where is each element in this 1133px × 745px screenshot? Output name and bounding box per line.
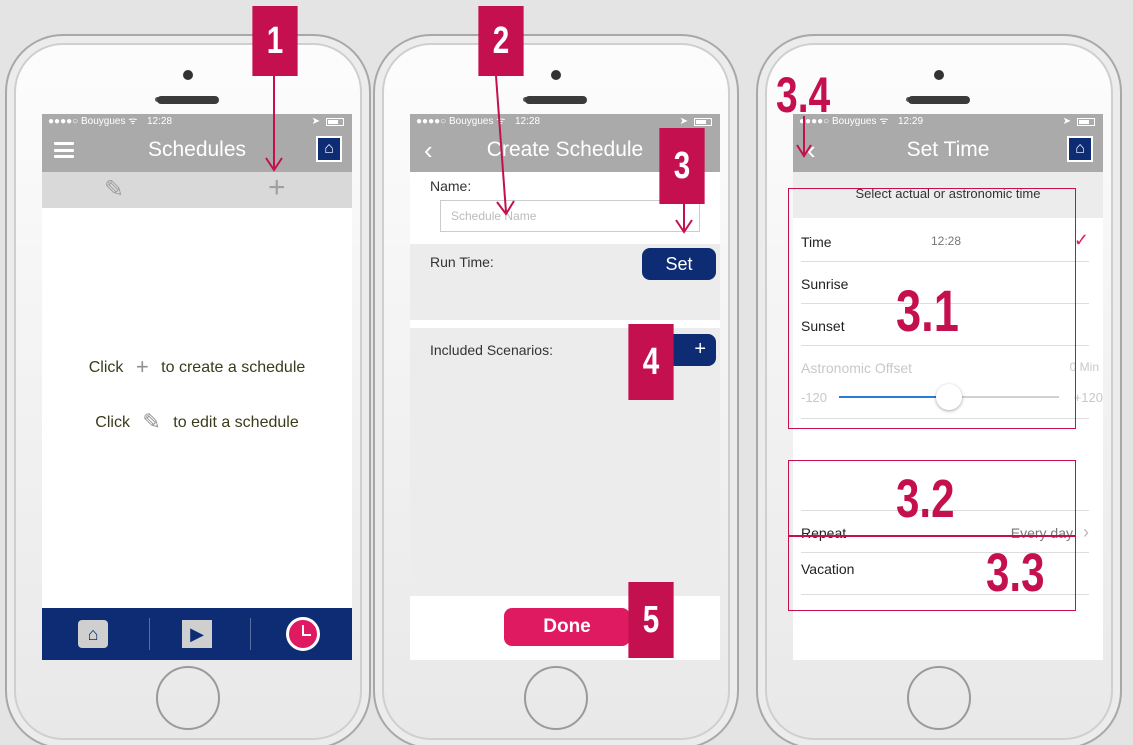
status-time: 12:28 bbox=[147, 116, 173, 127]
hint-edit: Click ✎ to edit a schedule bbox=[42, 409, 352, 435]
hint-create-suffix: to create a schedule bbox=[161, 359, 306, 376]
hardware-home-button[interactable] bbox=[156, 666, 220, 730]
status-bar: ●●●●○ Bouygues ᯤ 12:28 ➤ bbox=[42, 114, 352, 130]
pencil-icon: ✎ bbox=[142, 409, 161, 434]
tab-home-icon[interactable]: ⌂ bbox=[78, 620, 108, 648]
battery-icon bbox=[694, 118, 712, 126]
chevron-right-icon: › bbox=[1083, 522, 1089, 542]
carrier-label: ●●●●○ Bouygues ᯤ bbox=[48, 116, 138, 127]
front-camera bbox=[183, 70, 193, 80]
add-plus-icon[interactable]: + bbox=[268, 173, 286, 203]
hardware-home-button[interactable] bbox=[524, 666, 588, 730]
page-title: Set Time bbox=[906, 138, 990, 161]
schedules-screen: ●●●●○ Bouygues ᯤ 12:28 ➤ Schedules ⌂ ✎ +… bbox=[42, 114, 352, 660]
run-time-label: Run Time: bbox=[430, 254, 494, 270]
earpiece-speaker bbox=[908, 96, 970, 104]
annotation-badge-3: 3 bbox=[659, 128, 705, 204]
tab-bar: ⌂ ▶ bbox=[42, 608, 352, 660]
status-time: 12:28 bbox=[515, 116, 541, 127]
set-button[interactable]: Set bbox=[642, 248, 716, 280]
status-bar: ●●●●○ Bouygues ᯤ 12:29 ➤ bbox=[793, 114, 1103, 130]
annotation-badge-4: 4 bbox=[628, 324, 674, 400]
phone-frame-1: ●●●●○ Bouygues ᯤ 12:28 ➤ Schedules ⌂ ✎ +… bbox=[5, 34, 371, 745]
page-title: Schedules bbox=[147, 138, 247, 161]
plus-icon: + bbox=[135, 354, 149, 379]
annotation-label-3-2: 3.2 bbox=[896, 469, 955, 529]
hardware-home-button[interactable] bbox=[907, 666, 971, 730]
annotation-badge-2: 2 bbox=[478, 6, 524, 76]
slider-max-label: +120 bbox=[1073, 390, 1103, 405]
annotation-badge-1: 1 bbox=[252, 6, 298, 76]
status-time: 12:29 bbox=[898, 116, 924, 127]
tab-divider bbox=[149, 618, 150, 650]
home-icon[interactable]: ⌂ bbox=[316, 136, 342, 162]
annotation-label-3-1: 3.1 bbox=[896, 279, 959, 344]
annotation-label-3-4: 3.4 bbox=[776, 67, 831, 123]
annotation-label-3-3: 3.3 bbox=[986, 543, 1045, 603]
hint-edit-suffix: to edit a schedule bbox=[173, 414, 299, 431]
annotation-badge-5: 5 bbox=[628, 582, 674, 658]
carrier-label: ●●●●○ Bouygues ᯤ bbox=[416, 116, 506, 127]
tab-play-icon[interactable]: ▶ bbox=[182, 620, 212, 648]
done-button[interactable]: Done bbox=[504, 608, 630, 646]
front-camera bbox=[551, 70, 561, 80]
tab-divider bbox=[250, 618, 251, 650]
schedule-name-input[interactable]: Schedule Name bbox=[440, 200, 700, 232]
location-icon: ➤ bbox=[311, 116, 320, 127]
hint-create-prefix: Click bbox=[88, 359, 124, 376]
edit-pencil-icon[interactable]: ✎ bbox=[104, 176, 124, 204]
location-icon: ➤ bbox=[1062, 116, 1071, 127]
nav-bar: Schedules ⌂ bbox=[42, 130, 352, 172]
hint-create: Click + to create a schedule bbox=[42, 354, 352, 380]
name-label: Name: bbox=[430, 178, 472, 194]
included-scenarios-label: Included Scenarios: bbox=[430, 342, 553, 358]
earpiece-speaker bbox=[525, 96, 587, 104]
front-camera bbox=[934, 70, 944, 80]
tab-clock-icon[interactable] bbox=[286, 617, 320, 651]
earpiece-speaker bbox=[157, 96, 219, 104]
home-icon[interactable]: ⌂ bbox=[1067, 136, 1093, 162]
battery-icon bbox=[1077, 118, 1095, 126]
schedule-toolbar: ✎ + bbox=[42, 172, 352, 208]
nav-bar: ‹ Set Time ⌂ bbox=[793, 130, 1103, 172]
battery-icon bbox=[326, 118, 344, 126]
checkmark-icon: ✓ bbox=[1073, 230, 1089, 250]
hint-edit-prefix: Click bbox=[95, 414, 130, 431]
